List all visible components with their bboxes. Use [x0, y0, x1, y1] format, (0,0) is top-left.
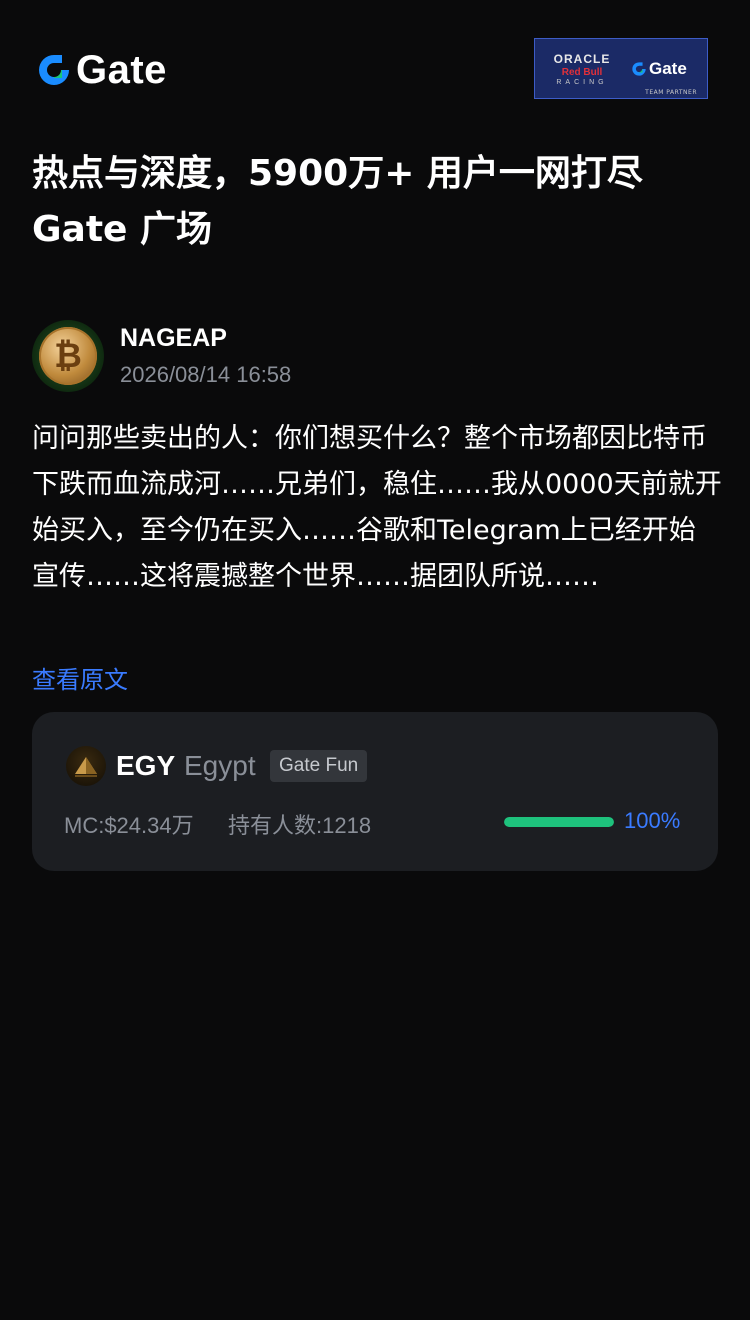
pyramid-icon	[75, 757, 97, 777]
partner-gate-logo: Gate	[631, 59, 687, 79]
token-progress-fill	[504, 817, 614, 827]
token-symbol: EGY	[116, 750, 176, 781]
post-body: 问问那些卖出的人：你们想买什么？整个市场都因比特币下跌而血流成河……兄弟们，稳住…	[32, 423, 722, 592]
token-progress-label: 100%	[624, 808, 681, 833]
token-logo	[66, 746, 106, 786]
partner-team-text: TEAM PARTNER	[645, 89, 697, 96]
token-name: Egypt	[184, 750, 256, 781]
avatar[interactable]: ₿	[32, 320, 104, 392]
partner-racing-text: RACING	[556, 78, 608, 86]
gate-small-icon	[632, 61, 646, 76]
bitcoin-coin-icon: ₿	[39, 327, 97, 385]
header: Gate ORACLE Red Bull RACING Gate TEAM PA…	[0, 0, 750, 120]
token-market-cap: MC:$24.34万	[64, 813, 194, 838]
partner-oracle-text: ORACLE	[553, 51, 611, 66]
partner-gate-text: Gate	[649, 58, 687, 78]
gate-logo-icon	[39, 55, 69, 85]
post-timestamp: 2026/08/14 16:58	[120, 362, 292, 387]
author-name[interactable]: NAGEAP	[120, 324, 227, 353]
token-holders: 持有人数:1218	[228, 813, 372, 838]
logo-text: Gate	[76, 48, 167, 92]
oracle-redbull-logo: ORACLE Red Bull RACING	[535, 52, 629, 86]
page-headline: 热点与深度，5900万+ 用户一网打尽 Gate 广场	[32, 153, 643, 250]
read-original-link[interactable]: 查看原文	[32, 660, 128, 695]
token-tag-badge: Gate Fun	[270, 750, 368, 782]
partner-badge[interactable]: ORACLE Red Bull RACING Gate TEAM PARTNER	[534, 38, 708, 99]
token-progress-bar	[504, 817, 614, 827]
token-card[interactable]: EGY Egypt Gate Fun MC:$24.34万 持有人数:1218 …	[32, 712, 718, 871]
gate-logo[interactable]: Gate	[36, 50, 167, 90]
post-author[interactable]: ₿ NAGEAP 2026/08/14 16:58	[32, 320, 722, 392]
partner-redbull-text: Red Bull	[561, 66, 603, 78]
